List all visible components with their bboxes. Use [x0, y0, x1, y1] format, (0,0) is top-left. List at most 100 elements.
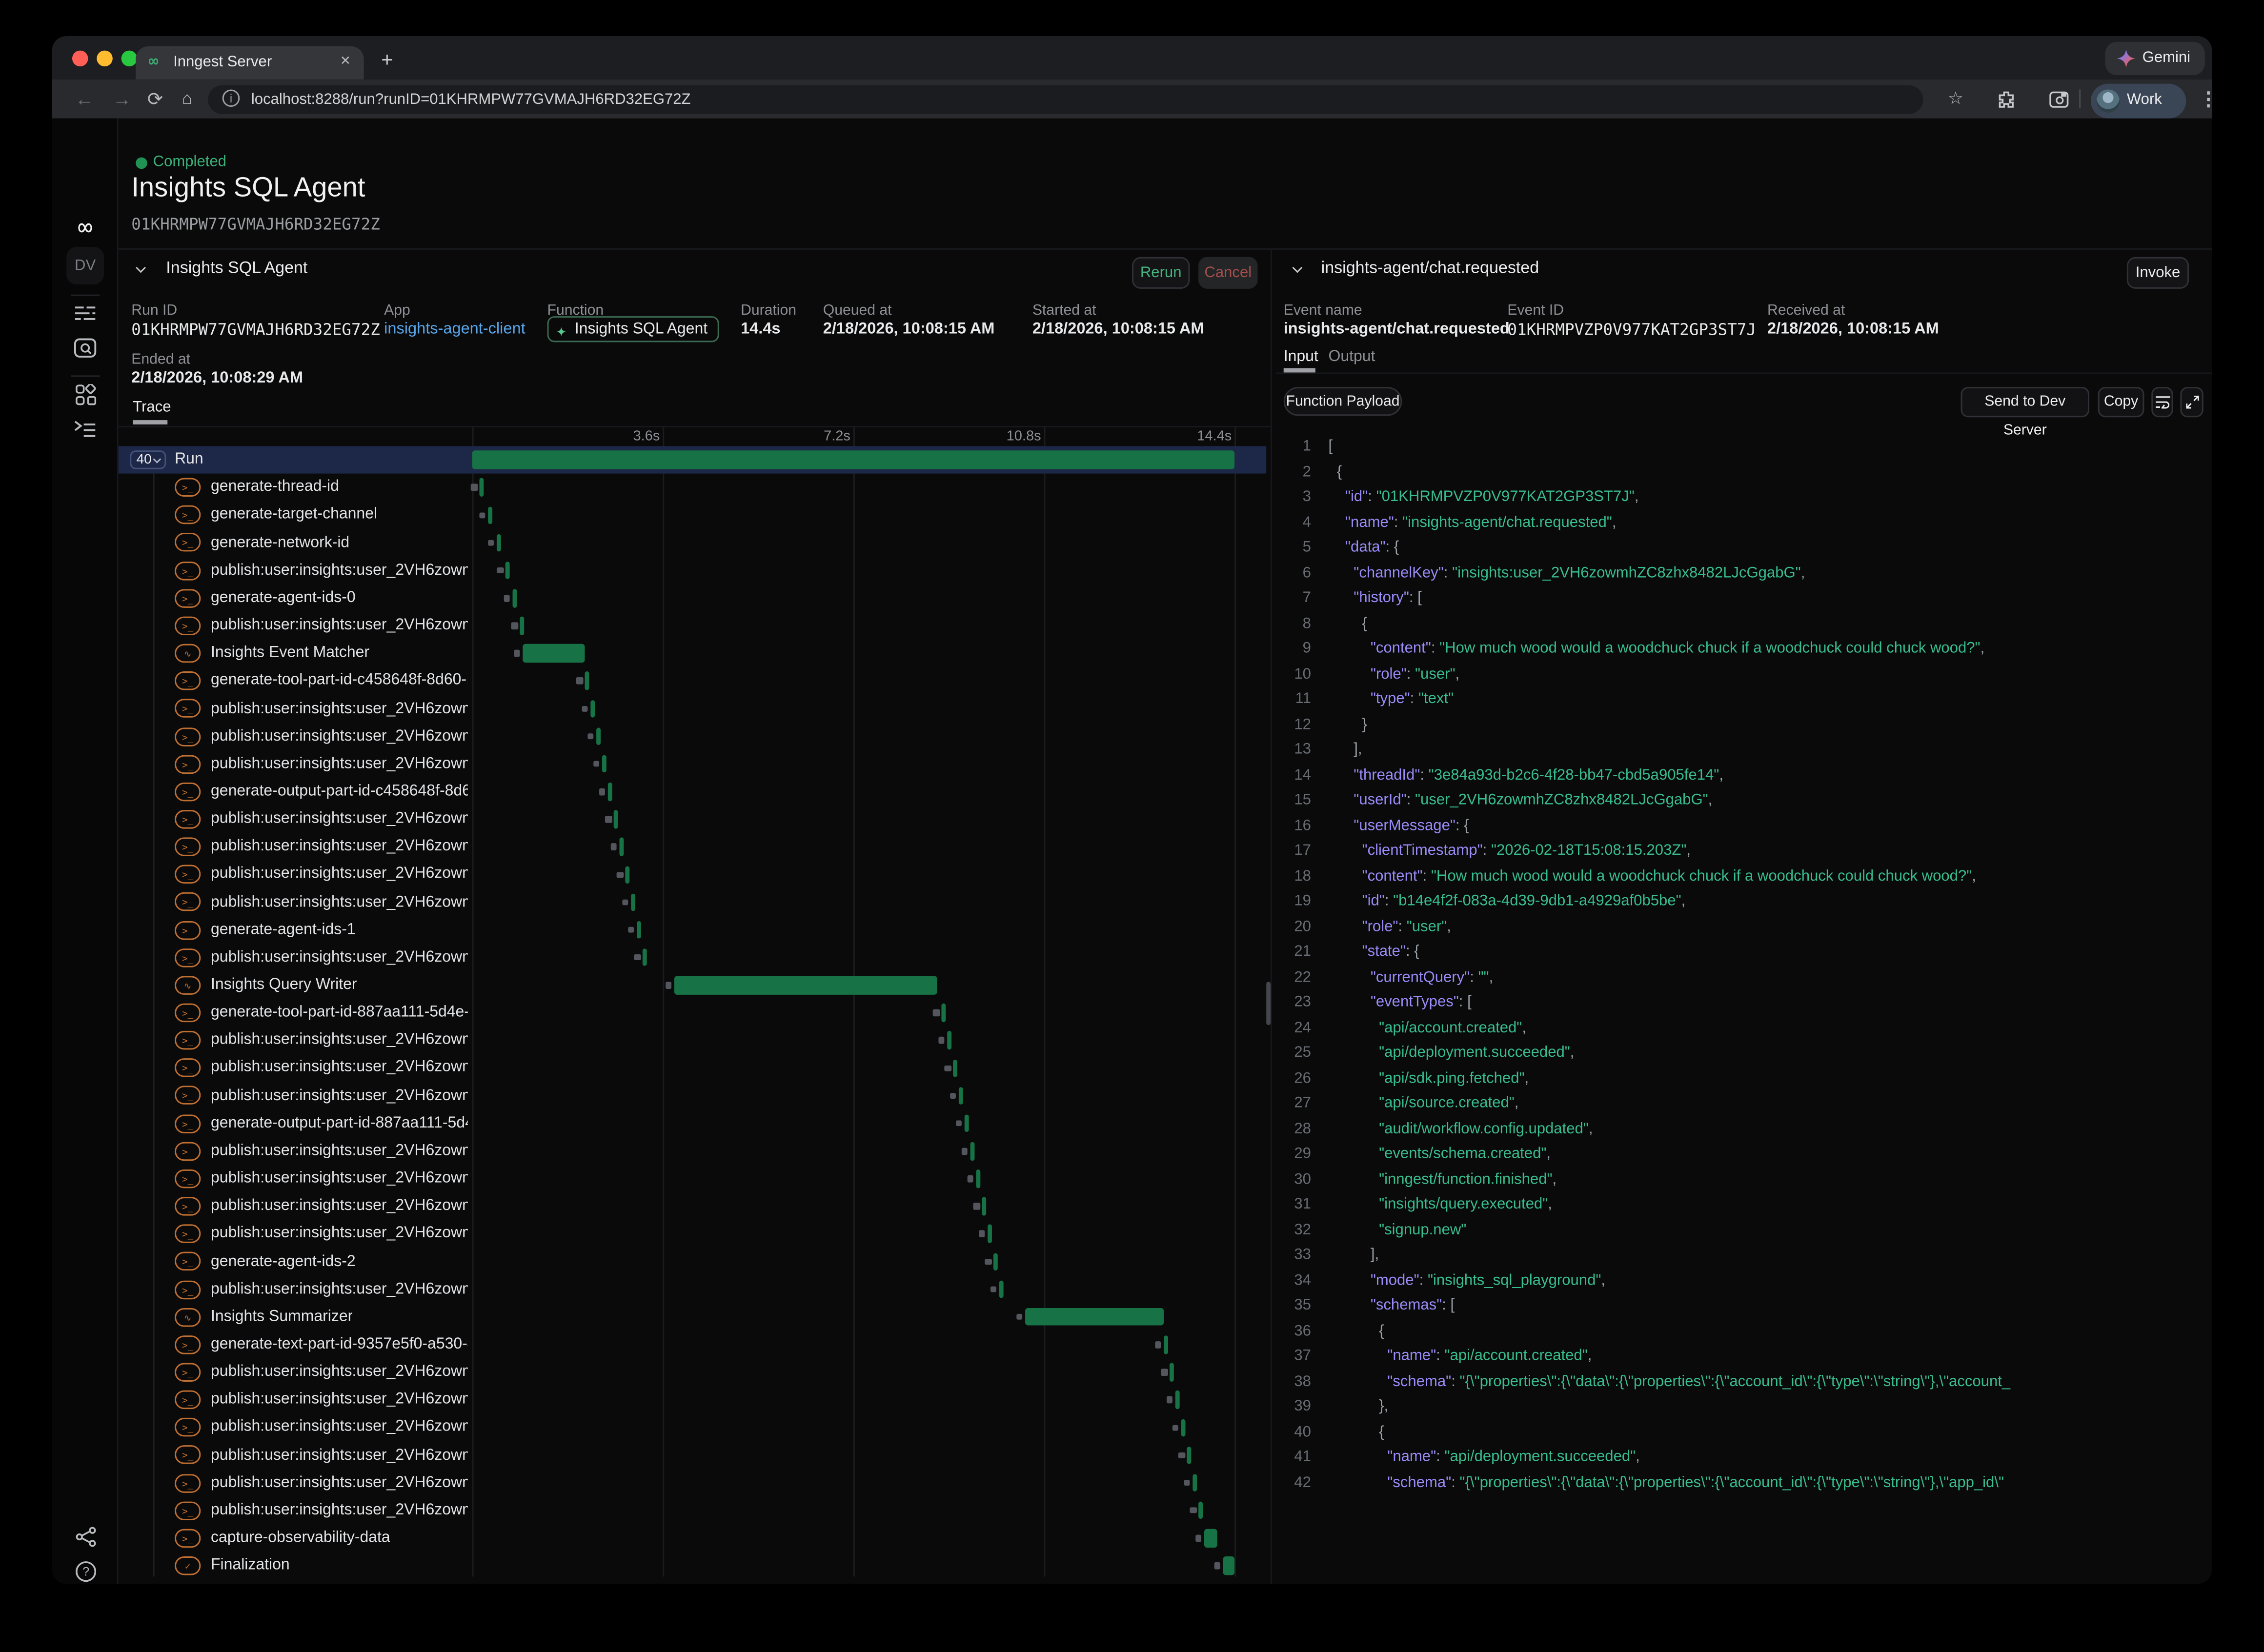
- kebab-menu-icon[interactable]: ⋮: [2199, 88, 2212, 110]
- trace-row[interactable]: >_publish:user:insights:user_2VH6zowmh..…: [119, 612, 1267, 640]
- trace-row[interactable]: >_generate-agent-ids-0: [119, 584, 1267, 612]
- extensions-icon[interactable]: [1997, 91, 2016, 109]
- browser-tab[interactable]: ∞ Inngest Server ✕: [136, 46, 364, 80]
- trace-row[interactable]: >_generate-agent-ids-1: [119, 916, 1267, 944]
- function-pill[interactable]: ✦ Insights SQL Agent: [547, 316, 719, 342]
- trace-row[interactable]: >_publish:user:insights:user_2VH6zowmh..…: [119, 1192, 1267, 1220]
- profile-chip[interactable]: Work: [2091, 84, 2186, 119]
- run-accordion-title[interactable]: Insights SQL Agent: [166, 260, 307, 278]
- bookmark-star-icon[interactable]: ☆: [1948, 88, 1963, 110]
- rerun-button[interactable]: Rerun: [1132, 257, 1190, 289]
- span-duration-bar: [505, 562, 510, 580]
- trace-row[interactable]: >_capture-observability-data: [119, 1524, 1267, 1552]
- trace-row[interactable]: >_publish:user:insights:user_2VH6zowmh..…: [119, 723, 1267, 750]
- function-payload-chip[interactable]: Function Payload: [1284, 387, 1402, 416]
- trace-row[interactable]: >_publish:user:insights:user_2VH6zowmh..…: [119, 1027, 1267, 1054]
- sidebar-item-events[interactable]: [52, 338, 119, 365]
- trace-row[interactable]: ∿Insights Query Writer: [119, 971, 1267, 999]
- code-line: 6 "channelKey": "insights:user_2VH6zowmh…: [1276, 561, 2212, 586]
- trace-row[interactable]: >_publish:user:insights:user_2VH6zowmh..…: [119, 944, 1267, 971]
- tab-trace[interactable]: Trace: [133, 399, 171, 416]
- trace-row[interactable]: >_publish:user:insights:user_2VH6zowmh..…: [119, 750, 1267, 778]
- expand-button[interactable]: [2180, 387, 2203, 417]
- trace-row[interactable]: >_generate-text-part-id-9357e5f0-a530-4.…: [119, 1331, 1267, 1359]
- trace-row[interactable]: >_generate-thread-id: [119, 474, 1267, 502]
- zoom-window-button[interactable]: [121, 51, 138, 67]
- trace-row[interactable]: >_generate-network-id: [119, 529, 1267, 557]
- trace-row[interactable]: ✓Finalization: [119, 1552, 1267, 1580]
- trace-row-run[interactable]: 40Run: [119, 446, 1267, 474]
- minimize-window-button[interactable]: [97, 51, 113, 67]
- line-number: 35: [1276, 1293, 1311, 1319]
- trace-row[interactable]: >_generate-output-part-id-c458648f-8d6..…: [119, 778, 1267, 806]
- sidebar-item-apps[interactable]: [52, 384, 119, 413]
- chevron-down-icon[interactable]: [136, 262, 146, 273]
- forward-icon[interactable]: →: [113, 88, 131, 110]
- word-wrap-button[interactable]: [2151, 387, 2173, 417]
- trace-row[interactable]: ∿Insights Summarizer: [119, 1303, 1267, 1331]
- trace-row[interactable]: >_publish:user:insights:user_2VH6zowmh..…: [119, 1082, 1267, 1110]
- sidebar-item-share[interactable]: [52, 1526, 119, 1555]
- code-indent: [1328, 1019, 1379, 1036]
- trace-row[interactable]: >_generate-target-channel: [119, 502, 1267, 529]
- trace-row[interactable]: >_publish:user:insights:user_2VH6zowmh..…: [119, 1137, 1267, 1165]
- tab-output[interactable]: Output: [1328, 348, 1375, 365]
- reload-icon[interactable]: ⟳: [147, 88, 163, 110]
- duration-label: Duration: [741, 303, 796, 319]
- trace-row[interactable]: >_generate-output-part-id-887aa111-5d4..…: [119, 1109, 1267, 1137]
- trace-row[interactable]: >_publish:user:insights:user_2VH6zowmh..…: [119, 888, 1267, 916]
- tab-input[interactable]: Input: [1284, 348, 1318, 365]
- trace-row[interactable]: >_publish:user:insights:user_2VH6zowmh..…: [119, 1441, 1267, 1469]
- sidebar-item-help[interactable]: ?: [52, 1561, 119, 1584]
- trace-row[interactable]: >_generate-tool-part-id-c458648f-8d60-..…: [119, 667, 1267, 695]
- code-punctuation: ],: [1354, 741, 1362, 758]
- close-window-button[interactable]: [72, 51, 88, 67]
- trace-row[interactable]: >_publish:user:insights:user_2VH6zowmh..…: [119, 1165, 1267, 1193]
- browser-tab-strip: ∞ Inngest Server ✕ + Gemini: [52, 36, 2212, 80]
- line-number: 1: [1276, 435, 1311, 460]
- cancel-button[interactable]: Cancel: [1198, 257, 1257, 289]
- app-link[interactable]: insights-agent-client: [384, 321, 526, 338]
- address-bar[interactable]: i localhost:8288/run?runID=01KHRMPW77GVM…: [208, 84, 1923, 113]
- trace-row[interactable]: >_publish:user:insights:user_2VH6zowmh..…: [119, 1358, 1267, 1386]
- trace-row[interactable]: >_publish:user:insights:user_2VH6zowmh..…: [119, 1469, 1267, 1497]
- panel-scrollbar-thumb[interactable]: [1266, 982, 1271, 1025]
- back-icon[interactable]: ←: [75, 88, 94, 110]
- trace-row[interactable]: >_publish:user:insights:user_2VH6zowmh..…: [119, 806, 1267, 833]
- code-indent: [1328, 1195, 1379, 1213]
- trace-row[interactable]: >_publish:user:insights:user_2VH6zowmh..…: [119, 833, 1267, 861]
- trace-row[interactable]: >_publish:user:insights:user_2VH6zowmh..…: [119, 1414, 1267, 1442]
- trace-row[interactable]: >_publish:user:insights:user_2VH6zowmh..…: [119, 1054, 1267, 1082]
- trace-row[interactable]: >_generate-agent-ids-2: [119, 1248, 1267, 1276]
- trace-row[interactable]: ∿Insights Event Matcher: [119, 640, 1267, 667]
- run-children-count-badge[interactable]: 40: [130, 450, 166, 469]
- trace-row[interactable]: >_publish:user:insights:user_2VH6zowmh..…: [119, 1275, 1267, 1303]
- trace-row[interactable]: >_publish:user:insights:user_2VH6zowmh..…: [119, 861, 1267, 888]
- invoke-button[interactable]: Invoke: [2127, 257, 2189, 289]
- tab-search-icon[interactable]: [2049, 91, 2069, 108]
- new-tab-button[interactable]: +: [381, 49, 393, 69]
- copy-button[interactable]: Copy: [2098, 387, 2144, 417]
- event-accordion-title[interactable]: insights-agent/chat.requested: [1321, 260, 1539, 278]
- chevron-down-icon[interactable]: [1292, 262, 1302, 273]
- gemini-button[interactable]: Gemini: [2105, 42, 2205, 75]
- started-at-label: Started at: [1032, 303, 1096, 319]
- close-tab-icon[interactable]: ✕: [340, 53, 351, 69]
- trace-row[interactable]: >_generate-tool-part-id-887aa111-5d4e-45…: [119, 999, 1267, 1027]
- code-indent: [1328, 867, 1362, 885]
- sidebar-item-functions[interactable]: [52, 419, 119, 444]
- payload-code-editor[interactable]: 1[2 {3 "id": "01KHRMPVZP0V977KAT2GP3ST7J…: [1276, 435, 2212, 1561]
- trace-row[interactable]: >_publish:user:insights:user_2VH6zowmh..…: [119, 1220, 1267, 1248]
- home-icon[interactable]: ⌂: [182, 88, 192, 110]
- trace-row[interactable]: >_publish:user:insights:user_2VH6zowmh..…: [119, 1386, 1267, 1414]
- trace-row[interactable]: >_publish:user:insights:user_2VH6zowmh..…: [119, 1497, 1267, 1525]
- gemini-label: Gemini: [2143, 49, 2190, 67]
- send-to-dev-server-button[interactable]: Send to Dev Server: [1961, 387, 2089, 417]
- sidebar-item-runs[interactable]: [52, 303, 119, 330]
- code-string: "insights:user_2VH6zowmhZC8zhx8482LJcGga…: [1452, 564, 1801, 582]
- code-punctuation: : [: [1442, 1296, 1455, 1314]
- trace-row[interactable]: >_publish:user:insights:user_2VH6zowmh..…: [119, 695, 1267, 723]
- trace-row[interactable]: >_publish:user:insights:user_2VH6zowmh..…: [119, 557, 1267, 584]
- dev-server-badge[interactable]: DV: [66, 247, 104, 284]
- site-info-icon[interactable]: i: [222, 89, 240, 107]
